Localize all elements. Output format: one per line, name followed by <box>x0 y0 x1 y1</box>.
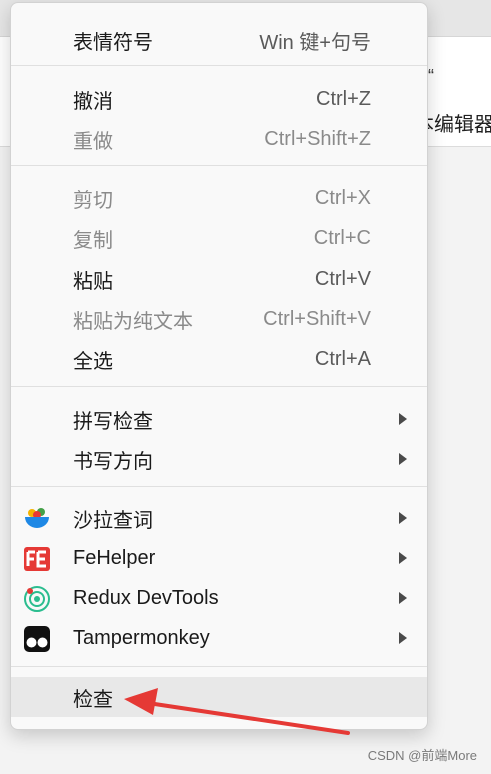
context-menu: 表情符号 Win 键+句号 撤消 Ctrl+Z 重做 Ctrl+Shift+Z … <box>10 2 428 730</box>
chevron-right-icon <box>399 552 407 564</box>
quote-glyph: “ <box>428 66 434 86</box>
menu-item-cut: 剪切 Ctrl+X <box>11 178 427 218</box>
menu-item-label: 书写方向 <box>73 450 153 473</box>
menu-separator <box>11 386 427 387</box>
menu-item-shortcut: Ctrl+C <box>313 226 371 249</box>
menu-item-shortcut: Ctrl+Shift+Z <box>264 127 371 150</box>
menu-item-select-all[interactable]: 全选 Ctrl+A <box>11 339 427 379</box>
menu-item-shortcut: Ctrl+X <box>314 186 371 209</box>
menu-item-paste[interactable]: 粘贴 Ctrl+V <box>11 259 427 299</box>
menu-item-label: 粘贴 <box>73 270 113 293</box>
menu-item-label: Tampermonkey <box>73 626 210 649</box>
chevron-right-icon <box>399 592 407 604</box>
menu-item-shortcut: Ctrl+A <box>314 347 371 370</box>
menu-item-label: 粘贴为纯文本 <box>73 310 193 333</box>
menu-item-shortcut: Win 键+句号 <box>259 31 371 54</box>
menu-item-writing-direction[interactable]: 书写方向 <box>11 439 427 479</box>
menu-separator <box>11 165 427 166</box>
salad-bowl-icon <box>25 508 49 528</box>
menu-item-shortcut: Ctrl+Shift+V <box>263 307 371 330</box>
menu-item-shortcut: Ctrl+Z <box>316 87 371 110</box>
chevron-right-icon <box>399 512 407 524</box>
menu-item-salad-dict[interactable]: 沙拉查词 <box>11 498 427 538</box>
menu-item-copy: 复制 Ctrl+C <box>11 218 427 258</box>
watermark: CSDN @前端More <box>367 748 477 763</box>
menu-item-spellcheck[interactable]: 拼写检查 <box>11 399 427 439</box>
menu-item-label: Redux DevTools <box>73 586 219 609</box>
menu-item-redux-devtools[interactable]: Redux DevTools <box>11 578 427 618</box>
menu-item-undo[interactable]: 撤消 Ctrl+Z <box>11 79 427 119</box>
menu-item-emoji[interactable]: 表情符号 Win 键+句号 <box>11 20 427 60</box>
menu-separator <box>11 666 427 667</box>
menu-item-label: 重做 <box>73 130 113 153</box>
chevron-right-icon <box>399 453 407 465</box>
menu-item-label: 剪切 <box>73 189 113 212</box>
menu-item-fehelper[interactable]: FeHelper <box>11 538 427 578</box>
menu-item-label: 沙拉查词 <box>73 509 153 532</box>
chevron-right-icon <box>399 413 407 425</box>
menu-item-label: 表情符号 <box>73 31 153 54</box>
menu-item-label: 检查 <box>73 688 113 711</box>
menu-item-label: 复制 <box>73 229 113 252</box>
menu-separator <box>11 486 427 487</box>
tampermonkey-icon <box>24 626 50 652</box>
menu-item-paste-plain: 粘贴为纯文本 Ctrl+Shift+V <box>11 299 427 339</box>
menu-item-tampermonkey[interactable]: Tampermonkey <box>11 618 427 658</box>
fehelper-icon <box>24 547 50 571</box>
menu-item-label: 拼写检查 <box>73 410 153 433</box>
chevron-right-icon <box>399 632 407 644</box>
menu-item-label: 全选 <box>73 350 113 373</box>
menu-item-redo: 重做 Ctrl+Shift+Z <box>11 119 427 159</box>
menu-separator <box>11 65 427 66</box>
radar-icon <box>24 586 50 612</box>
menu-item-shortcut: Ctrl+V <box>314 267 371 290</box>
menu-item-label: 撤消 <box>73 90 113 113</box>
menu-item-label: FeHelper <box>73 546 156 569</box>
menu-item-inspect[interactable]: 检查 <box>11 677 427 717</box>
